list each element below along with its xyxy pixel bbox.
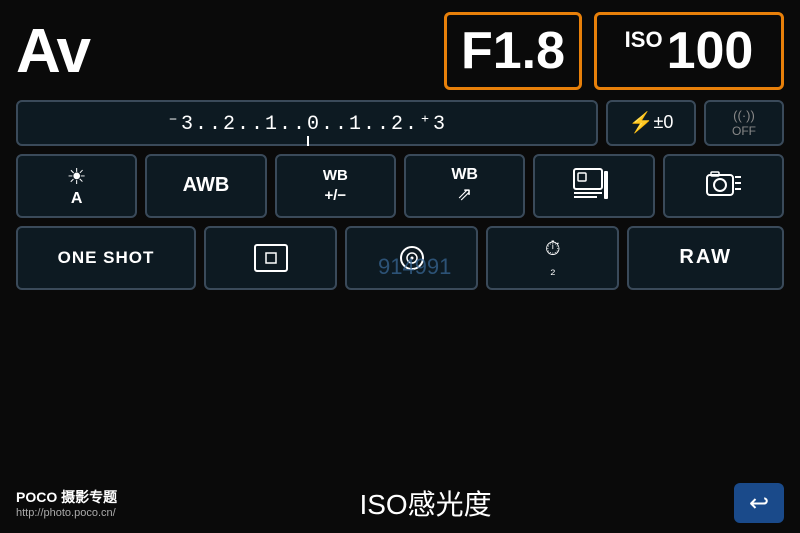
aperture-value: F1.8: [461, 21, 565, 81]
picture-style-box[interactable]: [533, 154, 654, 218]
row-settings: ☀ A AWB WB+/− WB ⇗: [16, 154, 784, 218]
scene-label: A: [71, 190, 83, 208]
awb-box[interactable]: AWB: [145, 154, 266, 218]
exposure-scale: ⁻3..2..1..0..1..2.⁺3: [167, 110, 447, 136]
camera-menu-box[interactable]: [663, 154, 784, 218]
scene-mode-box[interactable]: ☀ A: [16, 154, 137, 218]
iso-value: 100: [667, 21, 754, 81]
iso-box[interactable]: ISO 100: [594, 12, 784, 90]
poco-url: http://photo.poco.cn/: [16, 507, 117, 519]
raw-box[interactable]: RAW: [627, 226, 784, 290]
mode-label: Av: [16, 16, 89, 87]
flash-icon: ⚡: [629, 110, 654, 135]
self-timer-value: ₂: [550, 261, 555, 277]
row-exposure: ⁻3..2..1..0..1..2.⁺3 ⚡ ±0 ((·)) OFF: [16, 100, 784, 146]
wb-plus-box[interactable]: WB+/−: [275, 154, 396, 218]
back-icon: ↩: [749, 489, 769, 518]
camera-menu-icon: [701, 167, 745, 205]
aperture-box[interactable]: F1.8: [444, 12, 582, 90]
back-button[interactable]: ↩: [734, 483, 784, 523]
raw-label: RAW: [679, 246, 732, 269]
af-point-icon: [253, 243, 289, 273]
wb-shift-icon: ⇗: [457, 184, 472, 205]
self-timer-label: ⏱: [545, 238, 561, 261]
drive-mode-box[interactable]: [345, 226, 478, 290]
flash-value: ±0: [654, 112, 674, 133]
exposure-cursor: [307, 136, 309, 146]
awb-label: AWB: [183, 174, 230, 197]
row-top: Av F1.8 ISO 100: [16, 12, 784, 90]
flash-box[interactable]: ⚡ ±0: [606, 100, 696, 146]
picture-style-icon: [572, 167, 616, 205]
wb-shift-label: WB: [451, 166, 478, 184]
poco-name: POCO 摄影专题: [16, 487, 117, 507]
scene-icon: ☀: [67, 164, 87, 190]
af-point-box[interactable]: [204, 226, 337, 290]
row-modes: ONE SHOT ⏱ ₂ RAW: [16, 226, 784, 290]
one-shot-box[interactable]: ONE SHOT: [16, 226, 196, 290]
wb-plus-label: WB+/−: [323, 166, 348, 205]
self-timer-box[interactable]: ⏱ ₂: [486, 226, 619, 290]
poco-branding: POCO 摄影专题 http://photo.poco.cn/: [16, 487, 117, 519]
wb-shift-box[interactable]: WB ⇗: [404, 154, 525, 218]
wifi-box[interactable]: ((·)) OFF: [704, 100, 784, 146]
bottom-bar: POCO 摄影专题 http://photo.poco.cn/ ISO感光度 ↩: [16, 483, 784, 523]
one-shot-label: ONE SHOT: [58, 248, 155, 268]
drive-mode-icon: [394, 243, 430, 273]
exposure-scale-box[interactable]: ⁻3..2..1..0..1..2.⁺3: [16, 100, 598, 146]
camera-screen: Av F1.8 ISO 100 ⁻3..2..1..0..1..2.⁺3 ⚡ ±…: [0, 0, 800, 533]
wifi-icon: ((·)) OFF: [732, 108, 756, 138]
iso-label: ISO: [625, 27, 663, 53]
iso-bottom-label: ISO感光度: [117, 483, 734, 523]
